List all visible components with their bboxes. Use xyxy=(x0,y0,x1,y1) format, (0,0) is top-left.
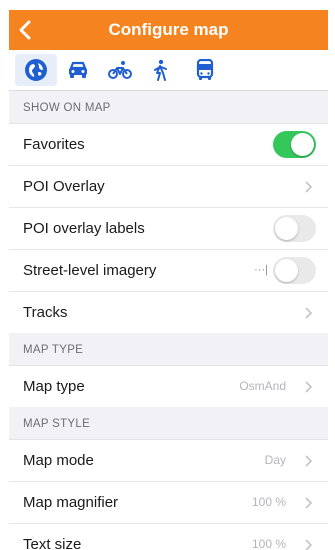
toggle-knob xyxy=(291,133,314,156)
street-level-imagery-row: Street-level imagery ···| xyxy=(9,250,328,292)
section-header-show-on-map: SHOW ON MAP xyxy=(9,91,328,124)
pedestrian-icon xyxy=(154,59,167,81)
section-header-map-style: MAP STYLE xyxy=(9,407,328,440)
text-size-row[interactable]: Text size 100 % xyxy=(9,524,328,550)
map-magnifier-value: 100 % xyxy=(251,495,286,509)
chevron-right-icon xyxy=(305,166,312,207)
map-mode-row[interactable]: Map mode Day xyxy=(9,440,328,482)
poi-overlay-labels-label: POI overlay labels xyxy=(23,220,145,237)
chevron-right-icon xyxy=(305,482,312,523)
street-level-imagery-label: Street-level imagery xyxy=(23,262,157,279)
bicycle-icon xyxy=(108,61,132,79)
map-type-value: OsmAnd xyxy=(239,379,286,393)
bus-icon xyxy=(196,59,214,80)
street-level-imagery-toggle[interactable] xyxy=(273,257,316,284)
map-mode-value: Day xyxy=(264,453,286,467)
map-magnifier-row[interactable]: Map magnifier 100 % xyxy=(9,482,328,524)
favorites-row: Favorites xyxy=(9,124,328,166)
text-size-value: 100 % xyxy=(251,537,286,550)
map-type-row[interactable]: Map type OsmAnd xyxy=(9,366,328,407)
app-mode-bar xyxy=(9,50,328,91)
globe-icon xyxy=(25,59,47,81)
chevron-right-icon xyxy=(305,366,312,407)
text-size-label: Text size xyxy=(23,536,82,550)
toggle-knob xyxy=(275,217,298,240)
configure-map-screen: Configure map SHOW ON MAP Favorites POI … xyxy=(9,10,328,550)
favorites-toggle[interactable] xyxy=(273,131,316,158)
tracks-label: Tracks xyxy=(23,304,68,321)
map-type-label: Map type xyxy=(23,378,85,395)
chevron-right-icon xyxy=(305,292,312,333)
poi-overlay-label: POI Overlay xyxy=(23,178,105,195)
section-header-map-type: MAP TYPE xyxy=(9,333,328,366)
favorites-label: Favorites xyxy=(23,136,85,153)
mode-car[interactable] xyxy=(57,54,99,86)
toggle-knob xyxy=(275,259,298,282)
tracks-row[interactable]: Tracks xyxy=(9,292,328,333)
mode-public-transport[interactable] xyxy=(184,54,226,86)
mode-bicycle[interactable] xyxy=(99,54,141,86)
map-mode-label: Map mode xyxy=(23,452,94,469)
poi-overlay-labels-toggle[interactable] xyxy=(273,215,316,242)
navigation-bar: Configure map xyxy=(9,10,328,50)
chevron-right-icon xyxy=(305,440,312,481)
page-title: Configure map xyxy=(108,20,229,39)
mode-browse-map[interactable] xyxy=(15,54,57,86)
car-icon xyxy=(69,61,87,78)
poi-overlay-row[interactable]: POI Overlay xyxy=(9,166,328,208)
more-options-button[interactable]: ···| xyxy=(254,250,268,291)
chevron-right-icon xyxy=(305,524,312,550)
poi-overlay-labels-row: POI overlay labels xyxy=(9,208,328,250)
mode-pedestrian[interactable] xyxy=(139,54,181,86)
map-magnifier-label: Map magnifier xyxy=(23,494,119,511)
